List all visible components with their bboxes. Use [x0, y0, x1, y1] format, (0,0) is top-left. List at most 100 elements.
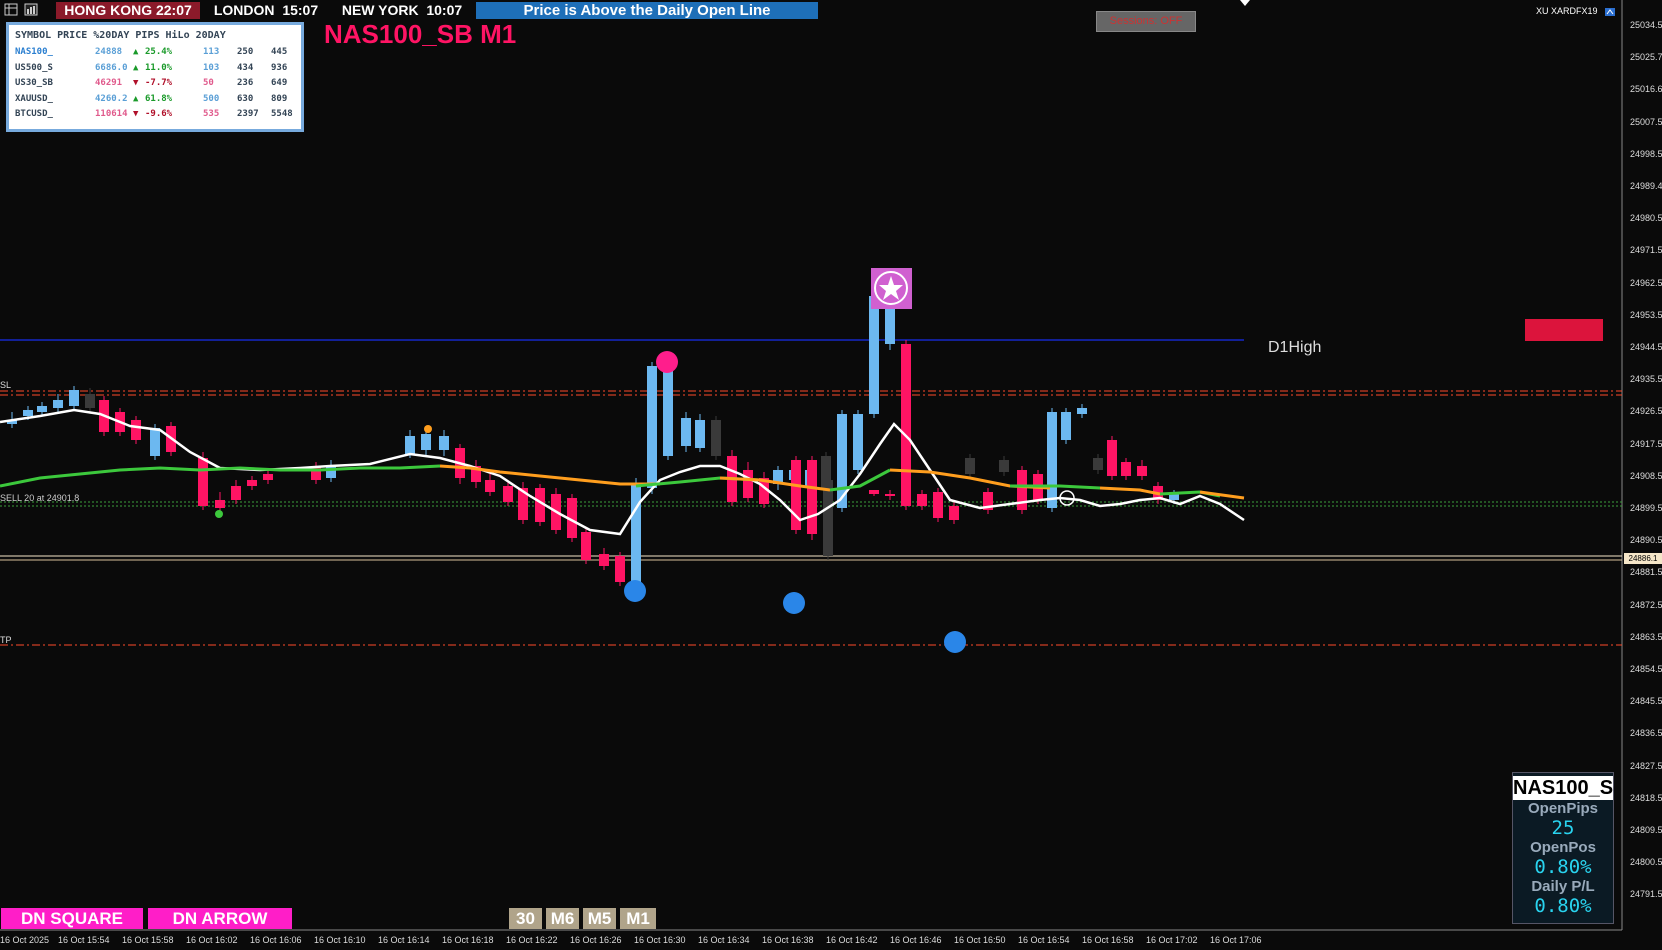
price-scale-label: 24926.5: [1630, 406, 1662, 417]
price-scale-label: 24980.5: [1630, 213, 1662, 224]
time-axis-label: 16 Oct 16:34: [698, 935, 750, 945]
timeframe-m6-button[interactable]: M6: [546, 908, 579, 929]
candle-body: [663, 362, 673, 456]
candle-body: [37, 406, 47, 412]
sell-signal-dot: [656, 351, 678, 373]
candle-body: [695, 420, 705, 448]
candle-body: [1093, 458, 1103, 470]
candle-body: [503, 486, 513, 502]
alert-box: [1525, 319, 1603, 341]
candle-body: [807, 460, 817, 534]
small-signal-dot: [215, 510, 223, 518]
time-axis-label: 16 Oct 16:06: [250, 935, 302, 945]
orange-ma-line-5: [1199, 490, 1245, 500]
price-scale-label: 25025.7: [1630, 52, 1662, 63]
buy-signal-dot: [944, 631, 966, 653]
time-axis-label: 16 Oct 16:10: [314, 935, 366, 945]
price-scale-label: 24854.5: [1630, 664, 1662, 674]
candle-body: [85, 394, 95, 408]
shift-marker: [1240, 0, 1250, 6]
timeframe-m1-button[interactable]: M1: [620, 908, 656, 929]
timeframe-m5-button[interactable]: M5: [583, 908, 616, 929]
candle-body: [231, 486, 241, 500]
price-scale-label: 24845.5: [1630, 696, 1662, 707]
candle-body: [965, 458, 975, 474]
time-axis-label: 16 Oct 16:54: [1018, 935, 1070, 945]
candle-body: [263, 474, 273, 480]
open-pos-label: OpenPos: [1530, 839, 1596, 856]
position-info-panel: NAS100_S OpenPips 25 OpenPos 0.80% Daily…: [1512, 772, 1614, 924]
time-axis-label: 16 Oct 16:46: [890, 935, 942, 945]
candle-body: [421, 434, 431, 450]
price-scale-label: 25007.5: [1630, 116, 1662, 127]
price-scale-label: 25016.6: [1630, 84, 1662, 95]
price-scale-label: 24791.5: [1630, 889, 1662, 900]
price-scale-label: 24944.5: [1630, 342, 1662, 352]
trading-chart[interactable]: HONG KONG 22:07 LONDON 15:07 NEW YORK 10…: [0, 0, 1662, 950]
dn-square-button[interactable]: DN SQUARE: [1, 908, 143, 929]
sl-label: SL: [0, 380, 12, 390]
time-axis-label: 16 Oct 15:54: [58, 935, 110, 945]
candle-body: [1047, 412, 1057, 508]
price-scale-label: 24836.5: [1630, 728, 1662, 739]
time-axis-label: 16 Oct 16:58: [1082, 935, 1134, 945]
price-scale-label: 24899.5: [1630, 503, 1662, 513]
price-scale-label: 24827.5: [1630, 760, 1662, 771]
candle-body: [1107, 440, 1117, 476]
time-axis-label: 16 Oct 2025: [0, 935, 50, 945]
small-signal-dot: [424, 425, 432, 433]
open-pips-value: 25: [1551, 817, 1575, 839]
candle-body: [901, 344, 911, 506]
time-axis-label: 16 Oct 17:06: [1210, 935, 1262, 945]
candle-body: [999, 460, 1009, 472]
candle-body: [681, 418, 691, 446]
candle-body: [885, 494, 895, 496]
time-axis-label: 16 Oct 17:02: [1146, 935, 1198, 945]
time-axis-label: 16 Oct 16:14: [378, 935, 430, 945]
time-axis-label: 16 Oct 16:22: [506, 935, 558, 945]
candle-body: [823, 480, 833, 556]
price-chart-canvas: [0, 0, 1623, 931]
time-axis-label: 16 Oct 16:50: [954, 935, 1006, 945]
candle-body: [615, 556, 625, 582]
fast-ma-line: [0, 408, 1245, 536]
price-scale-label: 24935.5: [1630, 374, 1662, 385]
candle-body: [439, 436, 449, 450]
dn-arrow-button[interactable]: DN ARROW: [148, 908, 292, 929]
price-scale-label: 24863.5: [1630, 631, 1662, 642]
green-ma-line: [0, 464, 441, 488]
candle-body: [150, 428, 160, 456]
time-axis-label: 16 Oct 16:30: [634, 935, 686, 945]
price-scale-label: 24881.5: [1630, 567, 1662, 578]
daily-pl-value: 0.80%: [1534, 895, 1592, 917]
price-scale-label: 25034.5: [1630, 20, 1662, 30]
time-axis-label: 16 Oct 16:42: [826, 935, 878, 945]
timeframe-30-button[interactable]: 30: [509, 908, 542, 929]
candle-body: [743, 470, 753, 498]
buy-signal-dot: [783, 592, 805, 614]
price-scale-label: 24872.5: [1630, 599, 1662, 610]
candle-body: [917, 494, 927, 506]
candle-body: [869, 490, 879, 494]
candle-body: [1061, 412, 1071, 440]
sell-order-label: SELL 20 at 24901.8: [0, 493, 80, 503]
candle-body: [215, 500, 225, 508]
price-scale-label: 24989.4: [1630, 181, 1662, 191]
candle-body: [1121, 462, 1131, 476]
price-scale-label: 24962.5: [1630, 277, 1662, 288]
time-axis-label: 16 Oct 16:02: [186, 935, 238, 945]
candle-body: [869, 296, 879, 414]
price-scale-label: 24998.5: [1630, 148, 1662, 159]
orange-ma-line-4: [1099, 486, 1161, 496]
candle-body: [198, 458, 208, 506]
candle-body: [405, 436, 415, 454]
price-scale-label: 24953.5: [1630, 309, 1662, 320]
current-price-tag: 24886.1: [1624, 553, 1662, 564]
daily-pl-label: Daily P/L: [1531, 878, 1595, 895]
time-axis-label: 16 Oct 16:26: [570, 935, 622, 945]
price-scale-label: 24818.5: [1630, 792, 1662, 803]
candle-body: [1077, 408, 1087, 414]
candle-body: [69, 390, 79, 406]
open-pips-label: OpenPips: [1527, 800, 1598, 817]
time-axis-label: 16 Oct 15:58: [122, 935, 174, 945]
